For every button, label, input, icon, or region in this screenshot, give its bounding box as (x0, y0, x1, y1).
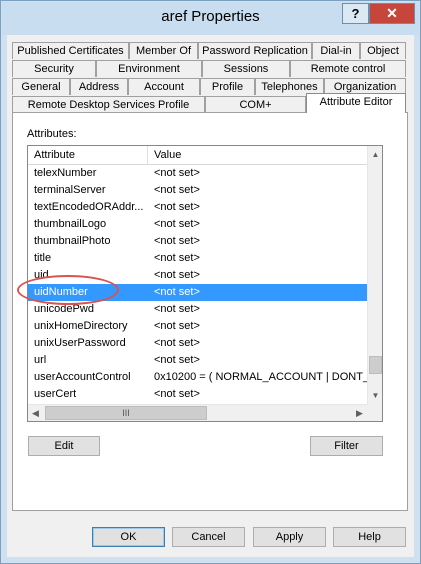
tab-security[interactable]: Security (12, 60, 96, 77)
tab-remote-desktop-services-profile[interactable]: Remote Desktop Services Profile (12, 96, 205, 113)
chevron-left-icon[interactable]: ◀ (28, 405, 43, 421)
attribute-row[interactable]: unicodePwd <not set> (28, 301, 367, 318)
tab-member-of[interactable]: Member Of (129, 42, 198, 59)
attribute-row[interactable]: unixHomeDirectory <not set> (28, 318, 367, 335)
edit-button[interactable]: Edit (28, 436, 100, 456)
horizontal-scroll-thumb[interactable]: III (45, 406, 207, 420)
attribute-name: title (34, 252, 52, 264)
attribute-name: unixHomeDirectory (34, 320, 128, 332)
attribute-value: <not set> (154, 303, 200, 315)
attribute-value: <not set> (154, 286, 200, 298)
cancel-button[interactable]: Cancel (172, 527, 245, 547)
filter-button[interactable]: Filter (310, 436, 383, 456)
attribute-row[interactable]: thumbnailLogo <not set> (28, 216, 367, 233)
tab-address[interactable]: Address (70, 78, 128, 95)
attribute-row[interactable]: userCert <not set> (28, 386, 367, 403)
scroll-corner (367, 404, 382, 421)
attribute-row[interactable]: url <not set> (28, 352, 367, 369)
attribute-name: url (34, 354, 47, 366)
attribute-name: unicodePwd (34, 303, 94, 315)
tab-object[interactable]: Object (360, 42, 406, 59)
attribute-value: 0x10200 = ( NORMAL_ACCOUNT | DONT_E (154, 371, 367, 383)
chevron-down-icon[interactable]: ▼ (368, 387, 382, 404)
tab-dial-in[interactable]: Dial-in (312, 42, 360, 59)
attribute-row[interactable]: title <not set> (28, 250, 367, 267)
chevron-right-icon[interactable]: ▶ (352, 405, 367, 421)
attribute-name: userAccountControl (34, 371, 131, 383)
column-header-attribute[interactable]: Attribute (28, 146, 148, 164)
tab-environment[interactable]: Environment (96, 60, 202, 77)
attribute-value: <not set> (154, 269, 200, 281)
tab-attribute-editor[interactable]: Attribute Editor (306, 93, 406, 113)
tab-sessions[interactable]: Sessions (202, 60, 290, 77)
tab-remote-control[interactable]: Remote control (290, 60, 406, 77)
attribute-value: <not set> (154, 252, 200, 264)
attribute-value: <not set> (154, 320, 200, 332)
attribute-name: userCert (34, 388, 77, 400)
vertical-scroll-thumb[interactable] (369, 356, 382, 374)
tab-account[interactable]: Account (128, 78, 200, 95)
attribute-name: thumbnailPhoto (34, 235, 111, 247)
attribute-row[interactable]: textEncodedORAddr... <not set> (28, 199, 367, 216)
attribute-name: terminalServer (34, 184, 106, 196)
attribute-row[interactable]: terminalServer <not set> (28, 182, 367, 199)
attribute-value: <not set> (154, 235, 200, 247)
tab-com-plus[interactable]: COM+ (205, 96, 306, 113)
attribute-value: <not set> (154, 184, 200, 196)
attribute-value: <not set> (154, 354, 200, 366)
help-icon[interactable]: ? (342, 3, 369, 24)
attribute-value: <not set> (154, 388, 200, 400)
apply-button[interactable]: Apply (253, 527, 326, 547)
column-header-value[interactable]: Value (148, 146, 367, 164)
vertical-scrollbar[interactable]: ▲ ▼ (367, 146, 382, 404)
attribute-name: textEncodedORAddr... (34, 201, 144, 213)
tab-general[interactable]: General (12, 78, 70, 95)
attribute-value: <not set> (154, 167, 200, 179)
list-header: Attribute Value (28, 146, 367, 165)
attribute-value: <not set> (154, 201, 200, 213)
attribute-row[interactable]: userAccountControl 0x10200 = ( NORMAL_ACC… (28, 369, 367, 386)
attribute-row[interactable]: uid <not set> (28, 267, 367, 284)
attribute-name: uidNumber (34, 286, 88, 298)
ok-button[interactable]: OK (92, 527, 165, 547)
title-bar: aref Properties ? ✕ (2, 2, 419, 35)
help-button[interactable]: Help (333, 527, 406, 547)
horizontal-scrollbar[interactable]: ◀ III ▶ (28, 404, 367, 421)
attribute-row[interactable]: uidNumber <not set> (28, 284, 367, 301)
tab-password-replication[interactable]: Password Replication (198, 42, 312, 59)
attribute-name: unixUserPassword (34, 337, 126, 349)
attribute-value: <not set> (154, 337, 200, 349)
chevron-up-icon[interactable]: ▲ (368, 146, 382, 163)
tab-published-certificates[interactable]: Published Certificates (12, 42, 129, 59)
attribute-row[interactable]: thumbnailPhoto <not set> (28, 233, 367, 250)
attribute-row[interactable]: telexNumber <not set> (28, 165, 367, 182)
attribute-name: uid (34, 269, 49, 281)
attribute-name: thumbnailLogo (34, 218, 107, 230)
attribute-name: telexNumber (34, 167, 97, 179)
attributes-list[interactable]: Attribute Value telexNumber <not set> term… (27, 145, 383, 422)
tab-profile[interactable]: Profile (200, 78, 255, 95)
close-icon[interactable]: ✕ (369, 3, 415, 24)
attribute-row[interactable]: unixUserPassword <not set> (28, 335, 367, 352)
attribute-value: <not set> (154, 218, 200, 230)
attributes-label: Attributes: (27, 128, 77, 140)
